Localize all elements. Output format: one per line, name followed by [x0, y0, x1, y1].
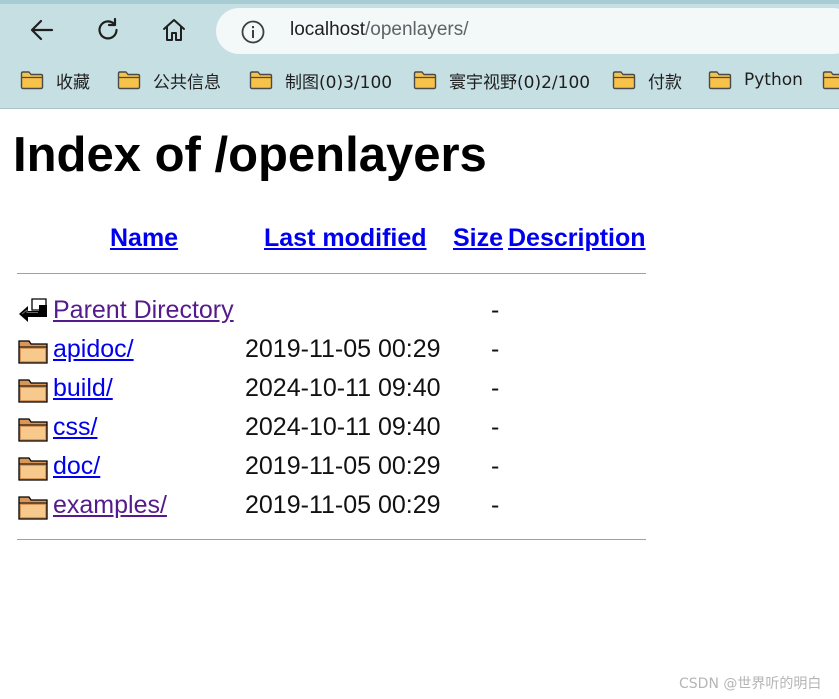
directory-link[interactable]: doc/: [53, 449, 100, 483]
table-row: build/ 2024-10-11 09:40 -: [0, 371, 700, 407]
bookmarks-bar: 收藏 公共信息 制图(0)3/100 寰宇视野(0)2/100 付款 Pytho…: [0, 64, 839, 96]
file-size: -: [491, 335, 500, 363]
back-button[interactable]: [24, 12, 60, 48]
bookmark-label: 公共信息: [153, 72, 221, 93]
last-modified: 2024-10-11 09:40: [245, 413, 441, 441]
folder-icon: [18, 340, 48, 364]
bookmark-label: 制图(0)3/100: [285, 72, 393, 93]
directory-link[interactable]: css/: [53, 410, 97, 444]
site-info-icon[interactable]: [240, 19, 266, 45]
file-size: -: [491, 491, 500, 519]
home-button[interactable]: [156, 12, 192, 48]
table-row: apidoc/ 2019-11-05 00:29 -: [0, 332, 700, 368]
bookmark-label: Python: [744, 70, 803, 90]
footer-divider: [17, 539, 646, 540]
bookmark-label: 收藏: [56, 72, 90, 93]
url-path: /openlayers/: [365, 19, 469, 40]
watermark: CSDN @世界听的明白: [679, 676, 822, 692]
table-row: Parent Directory -: [0, 293, 700, 329]
sort-by-description-link[interactable]: Description: [508, 224, 646, 253]
folder-icon: [18, 379, 48, 403]
bookmark-item[interactable]: Python: [708, 64, 803, 96]
reload-icon: [98, 17, 118, 40]
file-size: -: [491, 413, 500, 441]
file-size: -: [491, 452, 500, 480]
last-modified: 2019-11-05 00:29: [245, 452, 441, 480]
url-text[interactable]: localhost/openlayers/: [290, 19, 469, 41]
folder-icon: [117, 71, 141, 90]
folder-icon: [708, 71, 732, 90]
directory-link[interactable]: apidoc/: [53, 332, 134, 366]
file-size: -: [491, 374, 500, 402]
directory-link[interactable]: build/: [53, 371, 113, 405]
bookmark-item-overflow[interactable]: [822, 64, 839, 96]
bookmark-item[interactable]: 寰宇视野(0)2/100: [413, 64, 590, 96]
last-modified: 2024-10-11 09:40: [245, 374, 441, 402]
table-row: examples/ 2019-11-05 00:29 -: [0, 488, 700, 524]
bookmark-item[interactable]: 制图(0)3/100: [249, 64, 392, 96]
folder-icon: [822, 71, 839, 90]
folder-icon: [612, 71, 636, 90]
browser-toolbar: localhost/openlayers/ 收藏 公共信息 制图(0)3/100…: [0, 0, 839, 109]
last-modified: 2019-11-05 00:29: [245, 491, 441, 519]
bookmark-item[interactable]: 付款: [612, 64, 682, 96]
folder-icon: [18, 496, 48, 520]
bookmark-label: 寰宇视野(0)2/100: [449, 72, 591, 93]
reload-button[interactable]: [90, 12, 126, 48]
table-row: doc/ 2019-11-05 00:29 -: [0, 449, 700, 485]
home-icon: [163, 19, 185, 41]
page-title: Index of /openlayers: [13, 128, 487, 182]
bookmark-item[interactable]: 公共信息: [117, 64, 221, 96]
parent-directory-link[interactable]: Parent Directory: [53, 293, 234, 327]
file-size: -: [491, 296, 500, 324]
sort-by-size-link[interactable]: Size: [453, 224, 503, 253]
table-row: css/ 2024-10-11 09:40 -: [0, 410, 700, 446]
folder-icon: [20, 71, 44, 90]
folder-icon: [413, 71, 437, 90]
folder-icon: [18, 457, 48, 481]
sort-by-name-link[interactable]: Name: [110, 224, 178, 253]
folder-icon: [249, 71, 273, 90]
bookmark-label: 付款: [648, 72, 682, 93]
last-modified: 2019-11-05 00:29: [245, 335, 441, 363]
window-top-border: [0, 0, 839, 4]
directory-link[interactable]: examples/: [53, 488, 167, 522]
back-arrow-icon: [19, 298, 47, 322]
bookmark-item[interactable]: 收藏: [20, 64, 90, 96]
url-host: localhost: [290, 19, 365, 40]
sort-by-last-modified-link[interactable]: Last modified: [264, 224, 427, 253]
folder-icon: [18, 418, 48, 442]
header-divider: [17, 273, 646, 274]
back-arrow-icon: [30, 19, 54, 41]
address-bar[interactable]: localhost/openlayers/: [216, 8, 839, 54]
